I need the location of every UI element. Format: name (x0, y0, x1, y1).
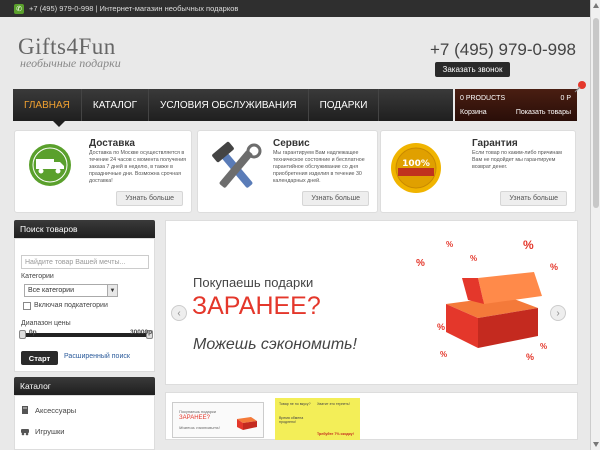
percent-icon: % (437, 322, 446, 332)
thumbnail-1[interactable]: Покупаешь подарки ЗАРАНЕЕ? Можешь сэконо… (172, 402, 264, 438)
cart-show-products-link[interactable]: Показать товары (516, 109, 571, 116)
chevron-down-icon: ▼ (107, 285, 117, 296)
search-panel-title: Поиск товаров (14, 220, 155, 238)
feature-service: Сервис Мы гарантируем Вам надлежащее тех… (197, 130, 378, 213)
slider-prev-button[interactable]: ‹ (171, 305, 187, 321)
catalog-panel-title: Каталог (14, 377, 155, 395)
feature-guarantee-title: Гарантия (472, 138, 518, 149)
gift-box-icon (446, 272, 542, 348)
thumbnail-2-line-1: Товар не по вкусу? (279, 402, 311, 406)
gift-box-icon (237, 417, 257, 430)
thumbnail-1-line-3: Можешь сэкономить! (179, 425, 220, 430)
percent-icon: % (440, 350, 448, 359)
price-range-label: Диапазон цены (21, 320, 71, 327)
feature-guarantee-more-button[interactable]: Узнать больше (500, 191, 567, 206)
feature-guarantee: 100% Гарантия Если товар по каким-либо п… (380, 130, 576, 213)
categories-select[interactable]: Все категории ▼ (24, 284, 118, 297)
page-scrollbar[interactable] (590, 0, 600, 450)
scroll-up-icon[interactable] (593, 3, 599, 8)
percent-icon: % (540, 342, 548, 351)
slider-next-button[interactable]: › (550, 305, 566, 321)
nav-item-catalog[interactable]: КАТАЛОГ (82, 89, 150, 121)
cart-widget[interactable]: 0 PRODUCTS 0 Р Корзина Показать товары (455, 89, 577, 121)
scroll-down-icon[interactable] (593, 442, 599, 447)
include-subcategories-checkbox[interactable] (23, 302, 31, 310)
price-range-min-handle[interactable] (19, 330, 26, 339)
nav-item-service-terms[interactable]: УСЛОВИЯ ОБСЛУЖИВАНИЯ (149, 89, 309, 121)
feature-delivery-desc: Доставка по Москве осуществляется в тече… (89, 150, 187, 184)
nav-item-gifts[interactable]: ПОДАРКИ (309, 89, 380, 121)
request-call-button[interactable]: Заказать звонок (435, 62, 510, 77)
feature-delivery-more-button[interactable]: Узнать больше (116, 191, 183, 206)
toys-icon (21, 429, 29, 436)
price-max-value: 30000р (130, 329, 153, 336)
feature-delivery-title: Доставка (89, 138, 135, 149)
percent-icon: % (446, 240, 454, 249)
feature-guarantee-desc: Если товар по каким-либо причинам Вам не… (472, 150, 562, 170)
percent-icon: % (470, 254, 478, 263)
thumbnail-2[interactable]: Товар не по вкусу? Хватит это терпеть! В… (275, 398, 360, 440)
top-bar-text: +7 (495) 979-0-998 | Интернет-магазин не… (29, 4, 239, 13)
cart-total: 0 Р (560, 95, 571, 102)
pin-icon (574, 81, 586, 93)
feature-delivery: Доставка Доставка по Москве осуществляет… (14, 130, 192, 213)
cart-products-count: 0 PRODUCTS (460, 95, 506, 102)
banner-line-1: Покупаешь подарки (193, 275, 314, 290)
search-input[interactable]: Найдите товар Вашей мечты... (21, 255, 149, 269)
main-nav: ГЛАВНАЯ КАТАЛОГ УСЛОВИЯ ОБСЛУЖИВАНИЯ ПОД… (13, 89, 453, 127)
tools-icon (212, 141, 262, 188)
search-start-button[interactable]: Старт (21, 351, 58, 365)
thumbnail-2-line-4: Требуйте 7% скидку! (317, 432, 354, 436)
percent-icon: % (523, 238, 534, 252)
site-tagline: необычные подарки (20, 56, 121, 70)
thumbnail-2-line-2: Хватит это терпеть! (317, 402, 350, 406)
categories-select-value: Все категории (28, 287, 74, 294)
svg-text:100%: 100% (402, 159, 430, 169)
price-min-value: 0р (29, 329, 37, 336)
phone-icon: ✆ (14, 3, 24, 14)
percent-icon: % (550, 262, 559, 272)
percent-icon: % (526, 352, 535, 362)
accessories-icon (22, 406, 28, 414)
feature-service-desc: Мы гарантируем Вам надлежащее техническо… (273, 150, 365, 184)
advanced-search-link[interactable]: Расширенный поиск (64, 353, 130, 360)
thumbnail-1-line-2: ЗАРАНЕЕ? (179, 415, 210, 421)
feature-service-more-button[interactable]: Узнать больше (302, 191, 369, 206)
scrollbar-thumb[interactable] (593, 18, 599, 208)
include-subcategories-label: Включая подкатегории (34, 302, 108, 309)
catalog-item-accessories[interactable]: Аксессуары (20, 405, 76, 415)
thumbnail-2-line-3: Время обмена продлено! (279, 416, 304, 424)
catalog-item-label: Аксессуары (35, 405, 77, 415)
banner-line-3: Можешь сэкономить! (193, 336, 357, 353)
delivery-truck-icon (29, 144, 71, 186)
banner-line-2: ЗАРАНЕЕ? (192, 292, 321, 320)
catalog-item-label: Игрушки (35, 426, 65, 436)
percent-icon: % (416, 258, 425, 269)
nav-item-home[interactable]: ГЛАВНАЯ (13, 89, 82, 121)
feature-service-title: Сервис (273, 138, 310, 149)
top-bar: ✆ +7 (495) 979-0-998 | Интернет-магазин … (0, 0, 590, 17)
catalog-panel (14, 395, 155, 450)
nav-active-pointer (53, 121, 65, 127)
catalog-item-toys[interactable]: Игрушки (20, 426, 64, 436)
guarantee-seal-icon: 100% (391, 143, 441, 193)
categories-label: Категории (21, 273, 54, 280)
thumbnail-1-line-1: Покупаешь подарки (179, 409, 216, 414)
header-phone: +7 (495) 979-0-998 (429, 40, 576, 59)
cart-label: Корзина (460, 109, 487, 116)
